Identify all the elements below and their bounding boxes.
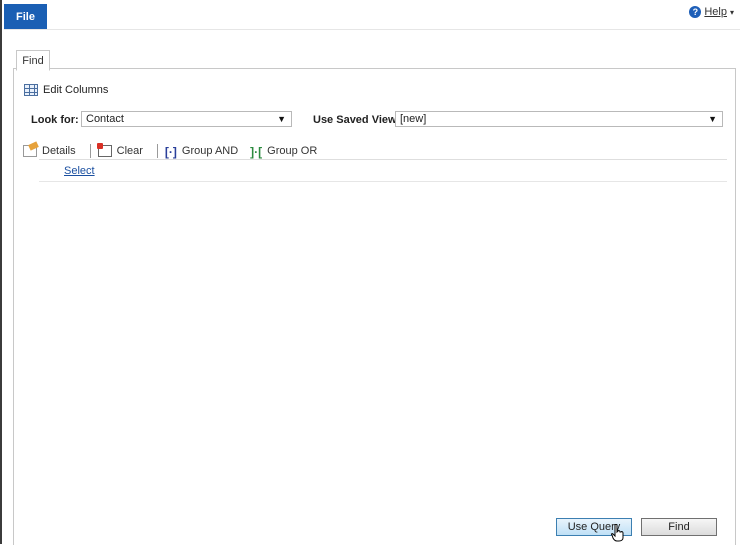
- group-or-button[interactable]: ]·[ Group OR: [250, 145, 318, 159]
- group-or-icon: ]·[: [250, 145, 263, 159]
- find-button[interactable]: Find: [641, 518, 717, 536]
- query-row-divider: [39, 181, 727, 182]
- details-button[interactable]: Details: [23, 145, 76, 157]
- group-or-label: Group OR: [267, 145, 318, 157]
- toolbar-separator: [89, 144, 91, 158]
- look-for-value: Contact: [86, 113, 124, 125]
- dropdown-arrow-icon: ▼: [708, 114, 717, 124]
- tab-find[interactable]: Find: [16, 50, 50, 71]
- clear-button[interactable]: Clear: [96, 143, 143, 157]
- select-field-link[interactable]: Select: [64, 165, 95, 177]
- saved-view-select[interactable]: [new] ▼: [395, 111, 723, 127]
- help-menu[interactable]: ? Help ▾: [689, 6, 734, 18]
- toolbar-divider: [39, 159, 727, 160]
- saved-view-value: [new]: [400, 113, 427, 125]
- edit-columns-button[interactable]: Edit Columns: [24, 84, 108, 96]
- toolbar-separator: [156, 144, 158, 158]
- ribbon-divider: [4, 29, 740, 30]
- clear-icon: [96, 143, 112, 157]
- dropdown-arrow-icon: ▼: [277, 114, 286, 124]
- hand-pointer-icon: [611, 524, 624, 542]
- file-tab[interactable]: File: [4, 4, 47, 29]
- look-for-row: Look for: Contact ▼ Use Saved View: [new…: [31, 110, 724, 130]
- find-panel: [13, 68, 736, 545]
- grid-icon: [24, 84, 38, 96]
- edit-columns-label: Edit Columns: [43, 84, 109, 96]
- help-icon: ?: [689, 6, 702, 18]
- details-label: Details: [42, 145, 76, 157]
- group-and-label: Group AND: [181, 145, 239, 157]
- clear-label: Clear: [116, 145, 143, 157]
- look-for-select[interactable]: Contact ▼: [81, 111, 292, 127]
- look-for-label: Look for:: [31, 114, 79, 126]
- details-icon: [23, 145, 37, 157]
- group-and-button[interactable]: [·] Group AND: [164, 145, 239, 159]
- query-toolbar: Details Clear [·] Group AND ]·[ Group OR: [23, 142, 317, 160]
- help-label: Help: [704, 6, 727, 18]
- group-and-icon: [·]: [164, 145, 177, 159]
- chevron-down-icon: ▾: [729, 7, 734, 17]
- saved-view-label: Use Saved View:: [313, 114, 401, 126]
- window-left-edge: [0, 0, 2, 544]
